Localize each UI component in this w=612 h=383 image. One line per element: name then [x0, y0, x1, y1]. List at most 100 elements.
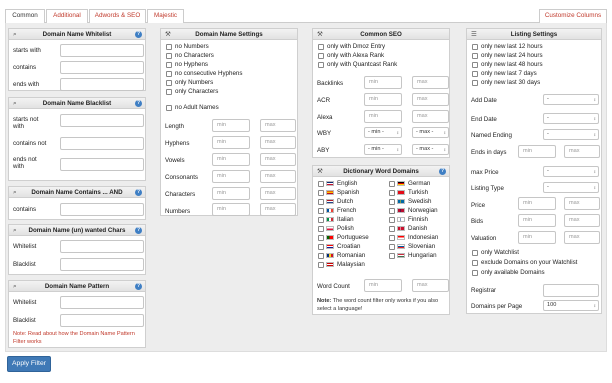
pattern-blacklist-input[interactable]: [60, 314, 144, 327]
ends-in-min-input[interactable]: min: [518, 145, 556, 158]
starts-with-input[interactable]: [60, 44, 144, 57]
no-adult-names-checkbox[interactable]: [166, 105, 172, 111]
length-min-input[interactable]: min: [212, 119, 250, 132]
backlinks-min-input[interactable]: min: [364, 76, 402, 89]
registrar-input[interactable]: [543, 284, 599, 297]
vowels-max-input[interactable]: max: [260, 153, 296, 166]
lang-checkbox-malaysian[interactable]: [318, 262, 324, 268]
help-icon[interactable]: ?: [135, 31, 142, 38]
length-max-input[interactable]: max: [260, 119, 296, 132]
bids-min-input[interactable]: min: [518, 214, 556, 227]
valuation-min-input[interactable]: min: [518, 231, 556, 244]
new-30d-checkbox[interactable]: [472, 80, 478, 86]
new-12h-checkbox[interactable]: [472, 44, 478, 50]
customize-columns-button[interactable]: Customize Columns: [539, 9, 607, 23]
end-date-select[interactable]: - ↕: [543, 113, 599, 124]
tab-additional[interactable]: Additional: [46, 9, 88, 23]
lang-checkbox-hungarian[interactable]: [389, 253, 395, 259]
wby-min-select[interactable]: - min - ↕: [364, 127, 402, 138]
help-icon[interactable]: ?: [135, 100, 142, 107]
lang-checkbox-turkish[interactable]: [389, 190, 395, 196]
help-icon[interactable]: ?: [439, 168, 446, 175]
pattern-whitelist-input[interactable]: [60, 296, 144, 309]
no-consecutive-hyphens-checkbox[interactable]: [166, 71, 172, 77]
wby-max-select[interactable]: - max - ↕: [412, 127, 449, 138]
named-ending-select[interactable]: - ↕: [543, 129, 599, 140]
ends-in-max-input[interactable]: max: [564, 145, 600, 158]
hyphens-max-input[interactable]: max: [260, 136, 296, 149]
tab-common[interactable]: Common: [5, 9, 45, 24]
backlinks-max-input[interactable]: max: [412, 76, 449, 89]
lang-checkbox-italian[interactable]: [318, 217, 324, 223]
characters-min-input[interactable]: min: [212, 187, 250, 200]
help-icon[interactable]: ?: [135, 189, 142, 196]
lang-checkbox-spanish[interactable]: [318, 190, 324, 196]
no-numbers-checkbox[interactable]: [166, 44, 172, 50]
lang-checkbox-croatian[interactable]: [318, 244, 324, 250]
only-characters-checkbox[interactable]: [166, 89, 172, 95]
consonants-max-input[interactable]: max: [260, 170, 296, 183]
no-characters-checkbox[interactable]: [166, 53, 172, 59]
lang-checkbox-finnish[interactable]: [389, 217, 395, 223]
word-count-max-input[interactable]: max: [412, 279, 449, 292]
acr-max-input[interactable]: max: [412, 93, 449, 106]
add-date-select[interactable]: - ↕: [543, 94, 599, 105]
characters-max-input[interactable]: max: [260, 187, 296, 200]
pattern-note-link[interactable]: Note: Read about how the Domain Name Pat…: [13, 330, 141, 346]
dmoz-checkbox[interactable]: [318, 44, 324, 50]
chars-whitelist-input[interactable]: [60, 240, 144, 253]
only-watchlist-checkbox[interactable]: [472, 250, 478, 256]
lang-checkbox-french[interactable]: [318, 208, 324, 214]
help-icon[interactable]: ?: [135, 283, 142, 290]
bids-max-input[interactable]: max: [564, 214, 600, 227]
lang-checkbox-german[interactable]: [389, 181, 395, 187]
new-24h-checkbox[interactable]: [472, 53, 478, 59]
no-hyphens-checkbox[interactable]: [166, 62, 172, 68]
new-48h-checkbox[interactable]: [472, 62, 478, 68]
only-available-checkbox[interactable]: [472, 270, 478, 276]
lang-checkbox-slovenian[interactable]: [389, 244, 395, 250]
aby-min-select[interactable]: - min - ↕: [364, 144, 402, 155]
ends-with-input[interactable]: [60, 78, 144, 91]
lang-checkbox-portuguese[interactable]: [318, 235, 324, 241]
lang-checkbox-norwegian[interactable]: [389, 208, 395, 214]
tab-adwords-seo[interactable]: Adwords & SEO: [89, 9, 146, 23]
starts-not-with-input[interactable]: [60, 114, 144, 127]
price-max-input[interactable]: max: [564, 197, 600, 210]
contains-input[interactable]: [60, 61, 144, 74]
numbers-max-input[interactable]: max: [260, 203, 296, 216]
alexa-max-input[interactable]: max: [412, 110, 449, 123]
apply-filter-button[interactable]: Apply Filter: [7, 356, 51, 372]
alexa-min-input[interactable]: min: [364, 110, 402, 123]
word-count-min-input[interactable]: min: [364, 279, 402, 292]
aby-max-select[interactable]: - max - ↕: [412, 144, 449, 155]
lang-checkbox-polish[interactable]: [318, 226, 324, 232]
max-price-select[interactable]: - ↕: [543, 166, 599, 177]
lang-checkbox-english[interactable]: [318, 181, 324, 187]
lang-checkbox-romanian[interactable]: [318, 253, 324, 259]
quantcast-checkbox[interactable]: [318, 62, 324, 68]
listing-type-select[interactable]: - ↕: [543, 182, 599, 193]
lang-checkbox-indonesian[interactable]: [389, 235, 395, 241]
consonants-min-input[interactable]: min: [212, 170, 250, 183]
tab-majestic[interactable]: Majestic: [147, 9, 184, 23]
lang-checkbox-swedish[interactable]: [389, 199, 395, 205]
lang-checkbox-danish[interactable]: [389, 226, 395, 232]
only-numbers-checkbox[interactable]: [166, 80, 172, 86]
domains-per-page-select[interactable]: 100 ↕: [543, 300, 599, 311]
numbers-min-input[interactable]: min: [212, 203, 250, 216]
vowels-min-input[interactable]: min: [212, 153, 250, 166]
chars-blacklist-input[interactable]: [60, 258, 144, 271]
valuation-max-input[interactable]: max: [564, 231, 600, 244]
new-7d-checkbox[interactable]: [472, 71, 478, 77]
contains-and-input[interactable]: [60, 203, 144, 216]
acr-min-input[interactable]: min: [364, 93, 402, 106]
contains-not-input[interactable]: [60, 137, 144, 150]
ends-not-with-input[interactable]: [60, 158, 144, 171]
exclude-watchlist-checkbox[interactable]: [472, 260, 478, 266]
help-icon[interactable]: ?: [135, 227, 142, 234]
price-min-input[interactable]: min: [518, 197, 556, 210]
alexa-rank-checkbox[interactable]: [318, 53, 324, 59]
hyphens-min-input[interactable]: min: [212, 136, 250, 149]
lang-checkbox-dutch[interactable]: [318, 199, 324, 205]
